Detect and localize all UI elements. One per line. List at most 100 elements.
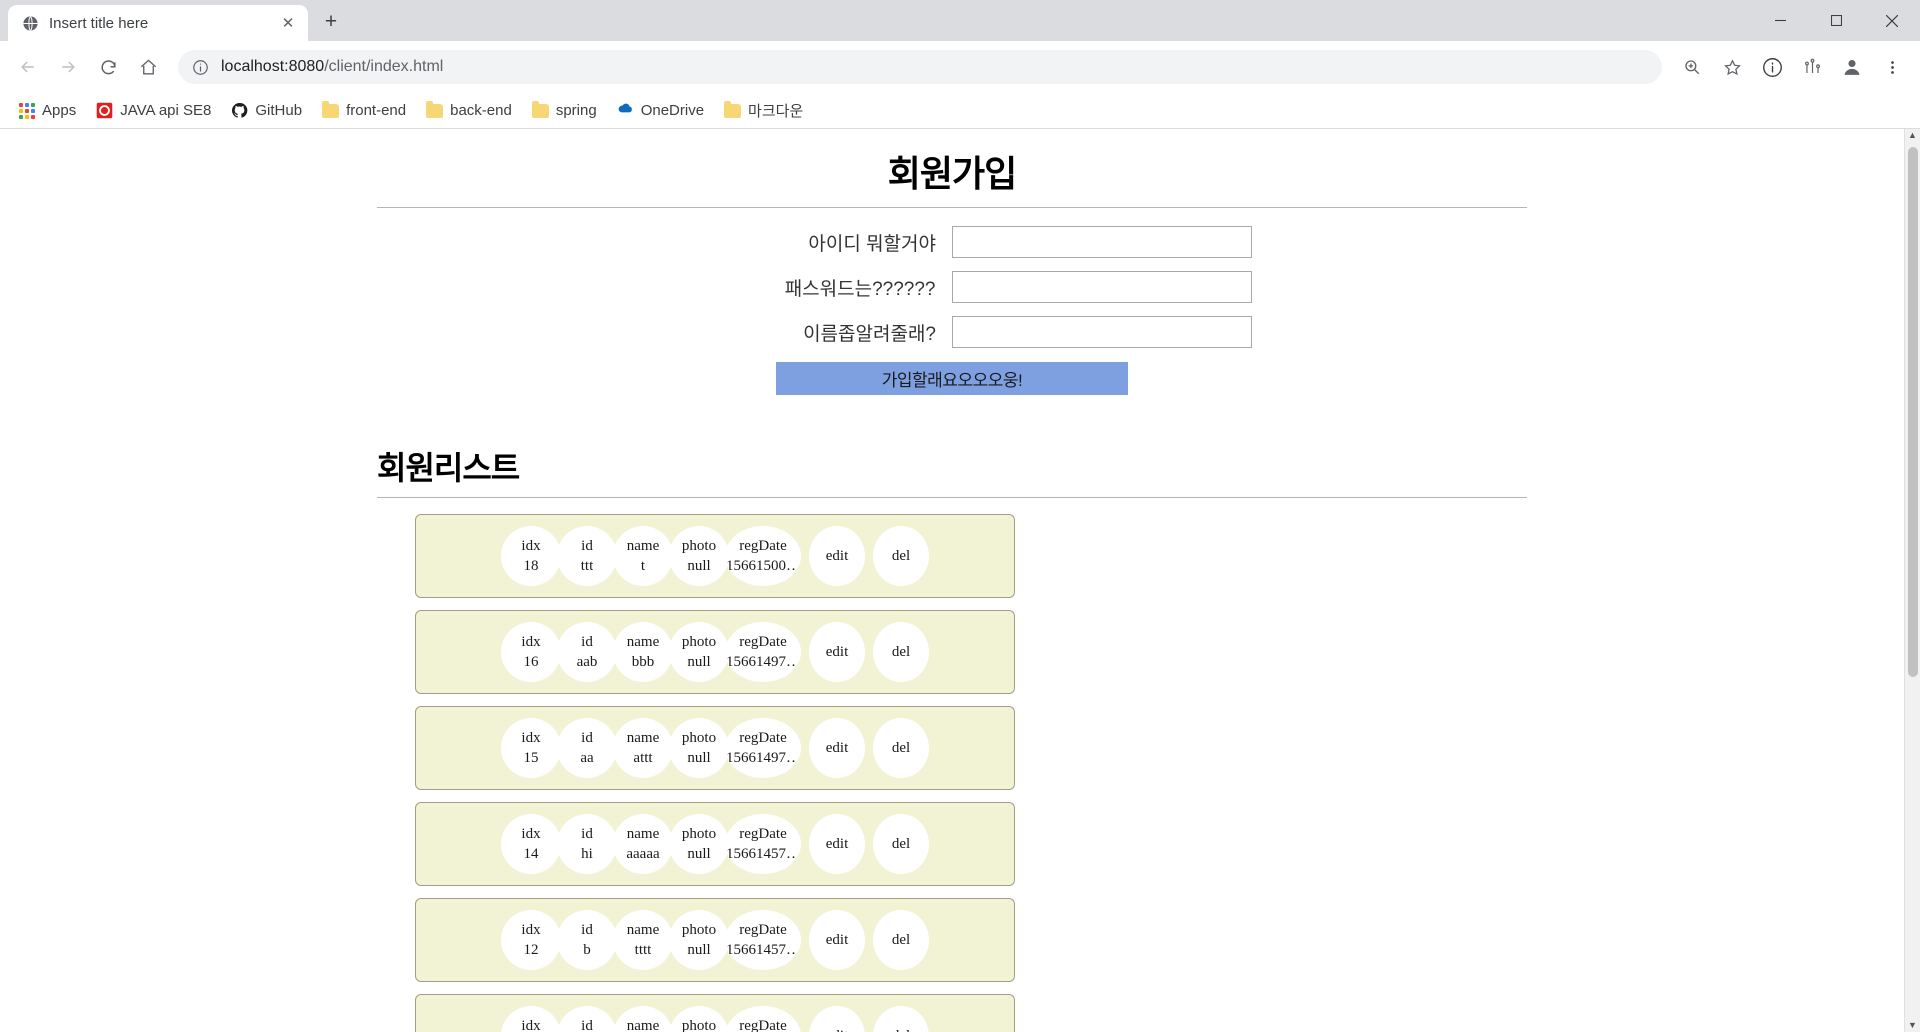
member-card: idx 16 id aab name bbb photo null regDate 1566149… bbox=[415, 610, 1015, 694]
bookmark-label: OneDrive bbox=[640, 102, 705, 119]
browser-tab[interactable]: Insert title here ✕ bbox=[8, 5, 308, 41]
del-button[interactable]: del bbox=[873, 526, 929, 586]
member-field-value: null bbox=[687, 750, 711, 766]
form-row-name: 이름좁알려줄래? bbox=[377, 316, 1527, 348]
edit-button-label: edit bbox=[825, 931, 849, 948]
edit-button[interactable]: edit bbox=[809, 814, 865, 874]
member-field-key: regDate bbox=[739, 825, 787, 842]
member-field-photo: photo null bbox=[669, 622, 729, 682]
folder-icon bbox=[322, 100, 340, 118]
member-field-key: photo bbox=[681, 1017, 717, 1032]
bookmark-label: GitHub bbox=[255, 102, 303, 119]
scroll-down-icon[interactable]: ▼ bbox=[1908, 1021, 1917, 1030]
form-row-password: 패스워드는?????? bbox=[377, 271, 1527, 303]
info-circle-icon bbox=[192, 59, 209, 76]
del-button[interactable]: del bbox=[873, 910, 929, 970]
scrollbar-thumb[interactable] bbox=[1908, 147, 1918, 677]
tab-strip: Insert title here ✕ + bbox=[0, 0, 348, 41]
browser-titlebar: Insert title here ✕ + bbox=[0, 0, 1920, 41]
scroll-up-icon[interactable]: ▲ bbox=[1908, 131, 1917, 140]
del-button[interactable]: del bbox=[873, 718, 929, 778]
bookmark-star-icon[interactable] bbox=[1714, 49, 1750, 85]
back-icon[interactable] bbox=[10, 49, 46, 85]
member-field-value: 15661497… bbox=[726, 654, 800, 670]
member-card: idx 14 id hi name aaaaa photo null regDate 156614… bbox=[415, 802, 1015, 886]
extensions-icon[interactable] bbox=[1794, 49, 1830, 85]
name-label: 이름좁알려줄래? bbox=[803, 323, 936, 345]
member-field-key: idx bbox=[521, 825, 541, 842]
edit-button[interactable]: edit bbox=[809, 910, 865, 970]
window-close-button[interactable] bbox=[1864, 0, 1920, 41]
browser-window: Insert title here ✕ + localhost:8080/cli… bbox=[0, 0, 1920, 1032]
member-field-photo: photo null bbox=[669, 910, 729, 970]
id-label: 아이디 뭐할거야 bbox=[808, 233, 936, 255]
edit-button[interactable]: edit bbox=[809, 1006, 865, 1032]
member-field-key: id bbox=[581, 921, 593, 938]
forward-icon[interactable] bbox=[50, 49, 86, 85]
folder-icon bbox=[426, 100, 444, 118]
member-field-regDate: regDate 15661457… bbox=[725, 814, 801, 874]
name-input[interactable] bbox=[952, 316, 1252, 348]
del-button-label: del bbox=[891, 835, 911, 852]
member-field-value: attt bbox=[633, 750, 653, 766]
id-input[interactable] bbox=[952, 226, 1252, 258]
edit-button[interactable]: edit bbox=[809, 622, 865, 682]
bookmark-github[interactable]: GitHub bbox=[222, 98, 311, 123]
form-row-id: 아이디 뭐할거야 bbox=[377, 226, 1527, 258]
member-field-key: regDate bbox=[739, 537, 787, 554]
reload-icon[interactable] bbox=[90, 49, 126, 85]
page-viewport: 회원가입 아이디 뭐할거야 패스워드는?????? 이름좁알려줄래? 가입할래요… bbox=[0, 129, 1920, 1032]
member-field-key: id bbox=[581, 1017, 593, 1032]
member-field-value: 15661457… bbox=[726, 846, 800, 862]
bookmark-onedrive[interactable]: OneDrive bbox=[608, 98, 713, 123]
edit-button[interactable]: edit bbox=[809, 718, 865, 778]
home-icon[interactable] bbox=[130, 49, 166, 85]
zoom-icon[interactable] bbox=[1674, 49, 1710, 85]
browser-menu-icon[interactable] bbox=[1874, 49, 1910, 85]
onedrive-cloud-icon bbox=[617, 102, 634, 119]
bookmark-label: spring bbox=[555, 102, 597, 119]
signup-title: 회원가입 bbox=[887, 153, 1017, 194]
bookmark-front-end[interactable]: front-end bbox=[313, 98, 415, 123]
submit-row: 가입할래요오오오웅! bbox=[377, 362, 1527, 395]
member-field-id: id aa bbox=[557, 718, 617, 778]
bookmark-markdown[interactable]: 마크다운 bbox=[715, 96, 812, 125]
del-button[interactable]: del bbox=[873, 1006, 929, 1032]
member-field-key: name bbox=[626, 633, 660, 650]
globe-icon bbox=[22, 15, 39, 32]
bookmark-back-end[interactable]: back-end bbox=[417, 98, 521, 123]
member-field-key: photo bbox=[681, 537, 717, 554]
bookmark-apps[interactable]: Apps bbox=[10, 98, 85, 123]
new-tab-button[interactable]: + bbox=[314, 5, 348, 39]
member-card: idx 12 id b name tttt photo null regDate 15661457… bbox=[415, 898, 1015, 982]
member-field-key: photo bbox=[681, 633, 717, 650]
window-maximize-button[interactable] bbox=[1808, 0, 1864, 41]
password-input[interactable] bbox=[951, 271, 1252, 303]
member-field-regDate: regDate 15661500… bbox=[725, 526, 801, 586]
del-button[interactable]: del bbox=[873, 814, 929, 874]
bookmark-label: front-end bbox=[346, 102, 407, 119]
signup-section: 회원가입 아이디 뭐할거야 패스워드는?????? 이름좁알려줄래? 가입할래요… bbox=[377, 145, 1527, 395]
bookmark-java-api-se8[interactable]: JAVA api SE8 bbox=[87, 98, 220, 123]
member-field-photo: photo null bbox=[669, 526, 729, 586]
edit-button[interactable]: edit bbox=[809, 526, 865, 586]
member-field-value: 14 bbox=[523, 846, 539, 862]
member-field-key: regDate bbox=[739, 921, 787, 938]
member-card: idx 15 id aa name attt photo null regDate 1566149… bbox=[415, 706, 1015, 790]
del-button[interactable]: del bbox=[873, 622, 929, 682]
address-bar[interactable]: localhost:8080/client/index.html bbox=[178, 50, 1662, 84]
bookmark-label: JAVA api SE8 bbox=[120, 102, 212, 119]
window-minimize-button[interactable] bbox=[1752, 0, 1808, 41]
tab-close-icon[interactable]: ✕ bbox=[278, 13, 298, 33]
folder-icon bbox=[531, 100, 549, 118]
member-field-value: aa bbox=[580, 750, 594, 766]
bookmark-label: Apps bbox=[42, 102, 77, 119]
member-field-value: null bbox=[687, 558, 711, 574]
avatar[interactable] bbox=[1834, 49, 1870, 85]
member-field-value: bbb bbox=[631, 654, 655, 670]
bookmark-spring[interactable]: spring bbox=[523, 98, 606, 123]
page-scrollbar[interactable]: ▲ ▼ bbox=[1904, 129, 1920, 1032]
member-card: idx11id11111nameaphotonullregDate1566145… bbox=[415, 994, 1015, 1032]
signup-submit-button[interactable]: 가입할래요오오오웅! bbox=[776, 362, 1128, 395]
profile-badge-icon[interactable] bbox=[1754, 49, 1790, 85]
